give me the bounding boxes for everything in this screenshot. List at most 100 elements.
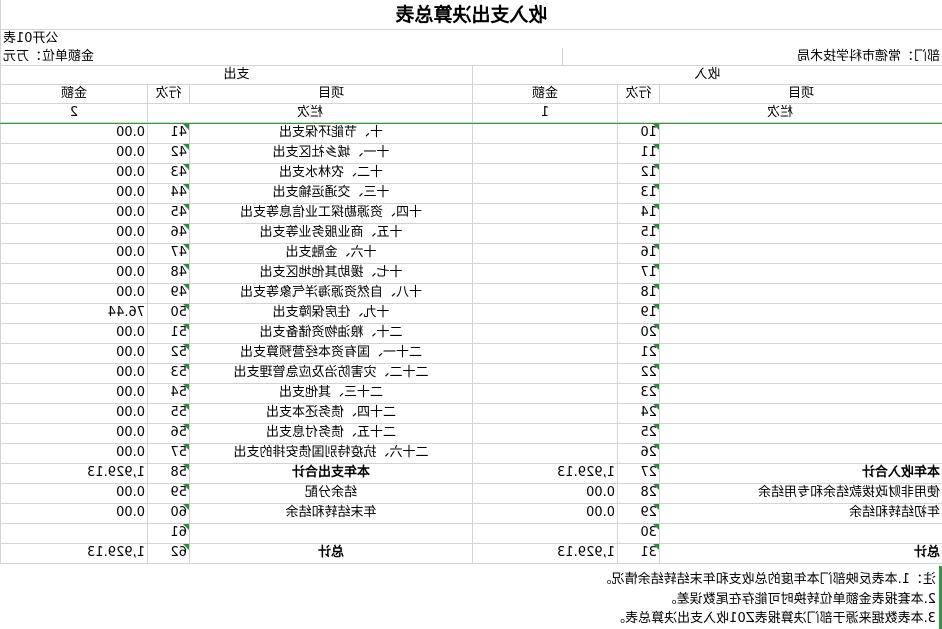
income-amount-cell[interactable] bbox=[472, 384, 617, 404]
income-rowno-cell[interactable]: 17 bbox=[617, 264, 659, 284]
income-rowno-cell[interactable]: 12 bbox=[617, 164, 659, 184]
income-amount-cell[interactable]: 0.00 bbox=[472, 484, 617, 504]
expense-item-cell[interactable]: 总计 bbox=[189, 544, 472, 564]
expense-amount-cell[interactable]: 0.00 bbox=[0, 244, 147, 264]
expense-item-cell[interactable]: 二十三、其他支出 bbox=[189, 384, 472, 404]
expense-header[interactable]: 支出 bbox=[0, 66, 472, 85]
income-item-cell[interactable] bbox=[659, 344, 942, 364]
expense-rowno-header[interactable]: 行次 bbox=[147, 85, 189, 104]
note-2[interactable]: 2.本套报表金额单位转换时可能存在尾数误差。 bbox=[2, 590, 942, 610]
expense-amount-cell[interactable]: 0.00 bbox=[0, 444, 147, 464]
income-item-cell[interactable] bbox=[659, 444, 942, 464]
expense-rowno-cell[interactable]: 41 bbox=[147, 124, 189, 144]
expense-item-cell[interactable]: 十三、交通运输支出 bbox=[189, 184, 472, 204]
income-amount-cell[interactable] bbox=[472, 304, 617, 324]
income-item-cell[interactable]: 本年收入合计 bbox=[659, 464, 942, 484]
income-amount-cell[interactable] bbox=[472, 404, 617, 424]
expense-rowno-cell[interactable]: 47 bbox=[147, 244, 189, 264]
expense-item-cell[interactable]: 本年支出合计 bbox=[189, 464, 472, 484]
income-amount-cell[interactable] bbox=[472, 124, 617, 144]
income-item-cell[interactable] bbox=[659, 124, 942, 144]
expense-amount-cell[interactable]: 0.00 bbox=[0, 144, 147, 164]
note-1[interactable]: 注：1.本表反映部门本年度的总收支和年末结转结余情况。 bbox=[2, 570, 942, 590]
expense-rowno-cell[interactable]: 55 bbox=[147, 404, 189, 424]
expense-amount-cell[interactable]: 0.00 bbox=[0, 224, 147, 244]
expense-rowno-cell[interactable]: 42 bbox=[147, 144, 189, 164]
income-amount-cell[interactable] bbox=[472, 324, 617, 344]
income-rowno-cell[interactable]: 30 bbox=[617, 524, 659, 544]
expense-amount-cell[interactable] bbox=[0, 524, 147, 544]
income-amount-cell[interactable] bbox=[472, 284, 617, 304]
expense-rowno-cell[interactable]: 59 bbox=[147, 484, 189, 504]
income-item-cell[interactable] bbox=[659, 524, 942, 544]
income-rowno-cell[interactable]: 31 bbox=[617, 544, 659, 564]
income-item-cell[interactable] bbox=[659, 204, 942, 224]
income-rowno-cell[interactable]: 19 bbox=[617, 304, 659, 324]
expense-item-cell[interactable]: 十五、商业服务业等支出 bbox=[189, 224, 472, 244]
expense-item-cell[interactable]: 十一、城乡社区支出 bbox=[189, 144, 472, 164]
income-item-cell[interactable]: 总计 bbox=[659, 544, 942, 564]
expense-item-cell[interactable] bbox=[189, 524, 472, 544]
income-rowno-cell[interactable]: 11 bbox=[617, 144, 659, 164]
expense-rowno-cell[interactable]: 49 bbox=[147, 284, 189, 304]
expense-item-cell[interactable]: 结余分配 bbox=[189, 484, 472, 504]
expense-amount-cell[interactable]: 0.00 bbox=[0, 124, 147, 144]
expense-amount-cell[interactable]: 0.00 bbox=[0, 424, 147, 444]
income-amount-cell[interactable]: 1,929.13 bbox=[472, 464, 617, 484]
income-item-cell[interactable] bbox=[659, 404, 942, 424]
expense-amount-cell[interactable]: 0.00 bbox=[0, 204, 147, 224]
income-item-cell[interactable] bbox=[659, 304, 942, 324]
expense-item-cell[interactable]: 十六、金融支出 bbox=[189, 244, 472, 264]
income-amount-cell[interactable] bbox=[472, 344, 617, 364]
income-amount-cell[interactable]: 1,929.13 bbox=[472, 544, 617, 564]
income-rowno-cell[interactable]: 29 bbox=[617, 504, 659, 524]
income-amount-cell[interactable] bbox=[472, 204, 617, 224]
expense-rowno-cell[interactable]: 46 bbox=[147, 224, 189, 244]
expense-item-cell[interactable]: 年末结转和结余 bbox=[189, 504, 472, 524]
expense-item-cell[interactable]: 十七、援助其他地区支出 bbox=[189, 264, 472, 284]
expense-rowno-cell[interactable]: 52 bbox=[147, 344, 189, 364]
expense-rowno-cell[interactable]: 61 bbox=[147, 524, 189, 544]
expense-item-cell[interactable]: 二十四、债务还本支出 bbox=[189, 404, 472, 424]
expense-column-number[interactable]: 2 bbox=[0, 104, 147, 123]
expense-amount-cell[interactable]: 0.00 bbox=[0, 184, 147, 204]
expense-rowno-cell[interactable]: 50 bbox=[147, 304, 189, 324]
expense-amount-cell[interactable]: 0.00 bbox=[0, 164, 147, 184]
income-item-cell[interactable] bbox=[659, 324, 942, 344]
expense-rowno-cell[interactable]: 45 bbox=[147, 204, 189, 224]
expense-rowno-cell[interactable]: 56 bbox=[147, 424, 189, 444]
expense-amount-cell[interactable]: 76.44 bbox=[0, 304, 147, 324]
income-rowno-cell[interactable]: 25 bbox=[617, 424, 659, 444]
expense-rowno-cell[interactable]: 60 bbox=[147, 504, 189, 524]
expense-amount-cell[interactable]: 0.00 bbox=[0, 264, 147, 284]
expense-rowno-cell[interactable]: 44 bbox=[147, 184, 189, 204]
expense-item-cell[interactable]: 二十五、债务付息支出 bbox=[189, 424, 472, 444]
unit-label[interactable]: 金额单位：万元 bbox=[0, 48, 562, 66]
table-title[interactable]: 收入支出决算总表 bbox=[0, 0, 942, 30]
expense-rowno-cell[interactable]: 48 bbox=[147, 264, 189, 284]
expense-item-cell[interactable]: 二十二、灾害防治及应急管理支出 bbox=[189, 364, 472, 384]
expense-amount-header[interactable]: 金额 bbox=[0, 85, 147, 104]
income-amount-cell[interactable] bbox=[472, 224, 617, 244]
expense-rowno-cell[interactable]: 54 bbox=[147, 384, 189, 404]
expense-item-cell[interactable]: 十九、住房保障支出 bbox=[189, 304, 472, 324]
note-3[interactable]: 3.本表数据来源于部门决算报表Z01收入支出决算总表。 bbox=[2, 609, 942, 629]
income-item-cell[interactable] bbox=[659, 364, 942, 384]
expense-rowno-cell[interactable]: 62 bbox=[147, 544, 189, 564]
income-amount-cell[interactable] bbox=[472, 144, 617, 164]
expense-amount-cell[interactable]: 1,929.13 bbox=[0, 464, 147, 484]
expense-item-cell[interactable]: 二十六、抗疫特别国债安排的支出 bbox=[189, 444, 472, 464]
income-rowno-cell[interactable]: 16 bbox=[617, 244, 659, 264]
expense-amount-cell[interactable]: 0.00 bbox=[0, 504, 147, 524]
income-item-cell[interactable] bbox=[659, 284, 942, 304]
income-item-header[interactable]: 项目 bbox=[659, 85, 942, 104]
expense-amount-cell[interactable]: 1,929.13 bbox=[0, 544, 147, 564]
income-rowno-cell[interactable]: 26 bbox=[617, 444, 659, 464]
expense-amount-cell[interactable]: 0.00 bbox=[0, 484, 147, 504]
income-item-cell[interactable] bbox=[659, 144, 942, 164]
income-item-cell[interactable] bbox=[659, 224, 942, 244]
income-item-cell[interactable]: 年初结转和结余 bbox=[659, 504, 942, 524]
income-rowno-cell[interactable]: 18 bbox=[617, 284, 659, 304]
income-rowno-cell[interactable]: 27 bbox=[617, 464, 659, 484]
income-amount-cell[interactable] bbox=[472, 424, 617, 444]
